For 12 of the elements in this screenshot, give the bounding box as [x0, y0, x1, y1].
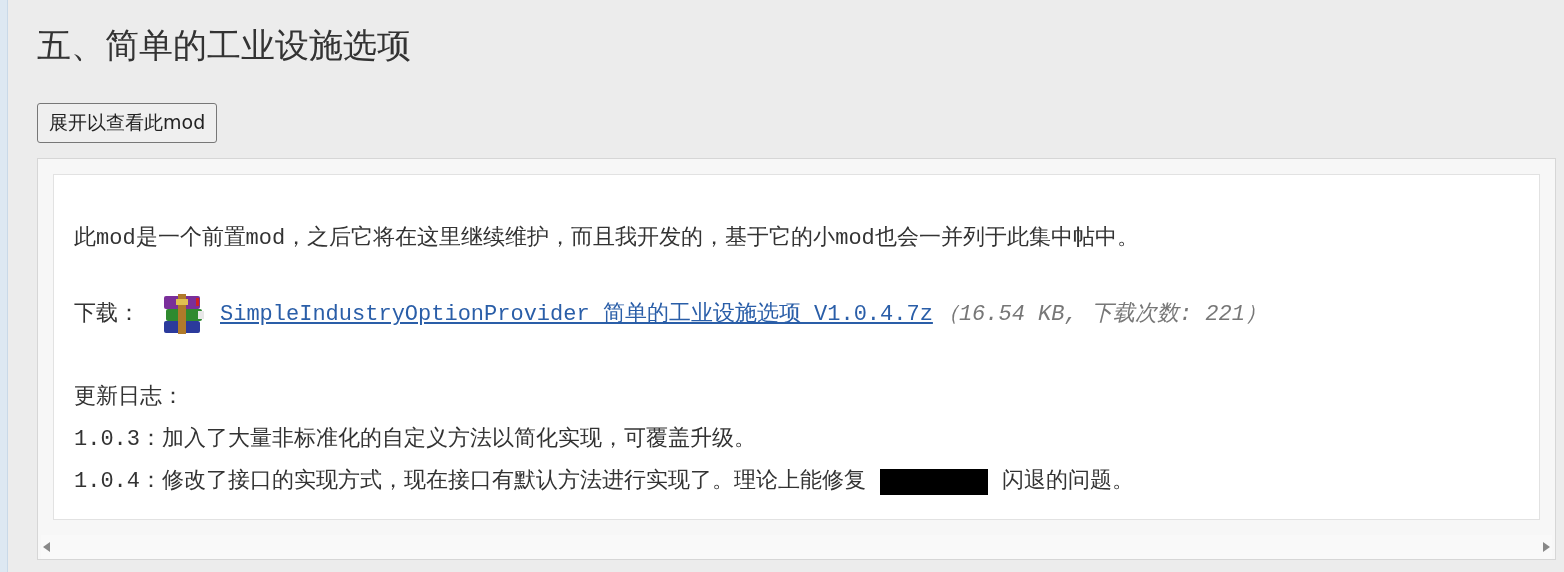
- changelog-title: 更新日志：: [74, 383, 185, 412]
- scroll-right-icon[interactable]: [1542, 542, 1550, 552]
- scroll-left-icon[interactable]: [43, 542, 51, 552]
- file-info: （16.54 KB, 下载次数: 221）: [936, 301, 1267, 329]
- download-label: 下载：: [74, 301, 140, 329]
- intro-text: 此mod是一个前置mod，之后它将在这里继续维护，而且我开发的，基于它的小mod也会一并列于此集中帖中。: [74, 224, 1140, 253]
- expand-button[interactable]: 展开以查看此mod: [37, 103, 218, 143]
- changelog-entry: 1.0.3：加入了大量非标准化的自定义方法以简化实现，可覆盖升级。: [74, 425, 756, 454]
- download-link[interactable]: SimpleIndustryOptionProvider 简单的工业设施选项 V1.0.4.7z: [220, 295, 933, 335]
- changelog-entry: 闪退的问题。: [1002, 468, 1134, 496]
- section-heading: 五、简单的工业设施选项: [37, 24, 411, 67]
- changelog-entry: 1.0.4：修改了接口的实现方式，现在接口有默认方法进行实现了。理论上能修复: [74, 467, 866, 496]
